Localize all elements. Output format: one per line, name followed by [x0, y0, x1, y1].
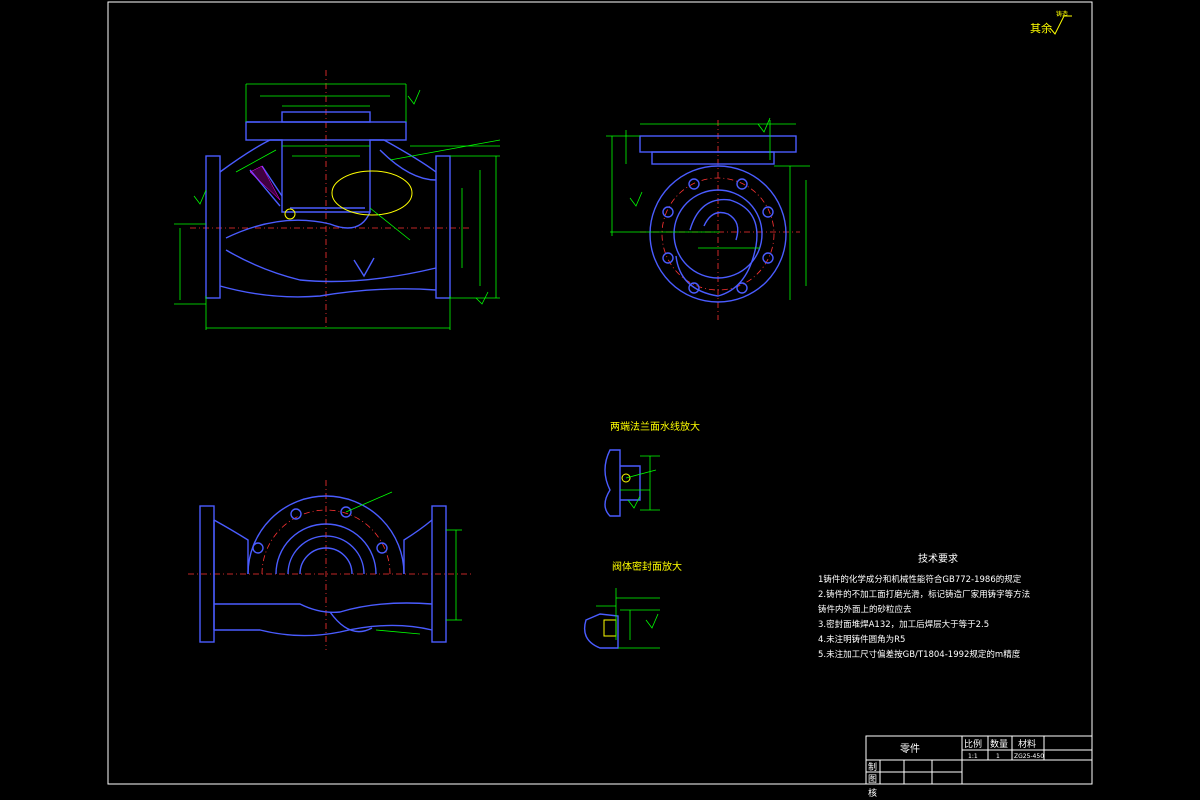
flange-seal-detail: 两端法兰面水线放大: [604, 420, 700, 517]
body-seal-title: 阀体密封面放大: [612, 560, 682, 573]
corner-note-symbol: 铸造: [1056, 10, 1068, 18]
title-role-image: 图: [868, 774, 877, 785]
title-value-material: ZG25-450: [1014, 753, 1044, 760]
drawing-canvas: 其余 铸造 两端法兰面水线放大 阀体密封面放大 技术要求 1铸件的化学成分和机械…: [107, 1, 1093, 799]
side-view: [606, 117, 810, 320]
tech-req-line: 铸件内外面上的砂粒应去: [818, 604, 912, 615]
title-value-scale: 1:1: [968, 753, 978, 760]
top-view: [188, 480, 472, 650]
corner-roughness-note: 其余 铸造: [1030, 10, 1072, 35]
title-block: 零件 比例 数量 材料 1:1 1 ZG25-450 制 图 核: [865, 735, 1093, 799]
front-section-view: [174, 70, 501, 330]
title-header-qty: 数量: [990, 738, 1008, 750]
body-seal-detail: 阀体密封面放大: [583, 560, 682, 649]
tech-requirements: 技术要求 1铸件的化学成分和机械性能符合GB772-1986的规定 2.铸件的不…: [818, 552, 1030, 660]
tech-req-line: 3.密封面堆焊A132，加工后焊层大于等于2.5: [818, 619, 989, 630]
part-name: 零件: [900, 743, 920, 755]
title-value-qty: 1: [996, 753, 1000, 760]
tech-req-line: 2.铸件的不加工面打磨光滑，标记铸造厂家用铸字等方法: [818, 589, 1030, 600]
corner-note-label: 其余: [1030, 21, 1052, 35]
title-role-check: 核: [868, 787, 877, 799]
tech-req-line: 1铸件的化学成分和机械性能符合GB772-1986的规定: [818, 574, 1022, 585]
title-role-draw: 制: [868, 761, 877, 773]
drawing-frame: [107, 1, 1093, 785]
tech-req-title: 技术要求: [918, 552, 958, 565]
roughness-symbol-icon: [1049, 15, 1072, 35]
title-header-scale: 比例: [964, 738, 982, 750]
flange-seal-title: 两端法兰面水线放大: [610, 420, 700, 433]
tech-req-line: 5.未注加工尺寸偏差按GB/T1804-1992规定的m精度: [818, 649, 1021, 660]
title-header-material: 材料: [1018, 738, 1036, 750]
tech-req-line: 4.未注明铸件圆角为R5: [818, 634, 905, 645]
